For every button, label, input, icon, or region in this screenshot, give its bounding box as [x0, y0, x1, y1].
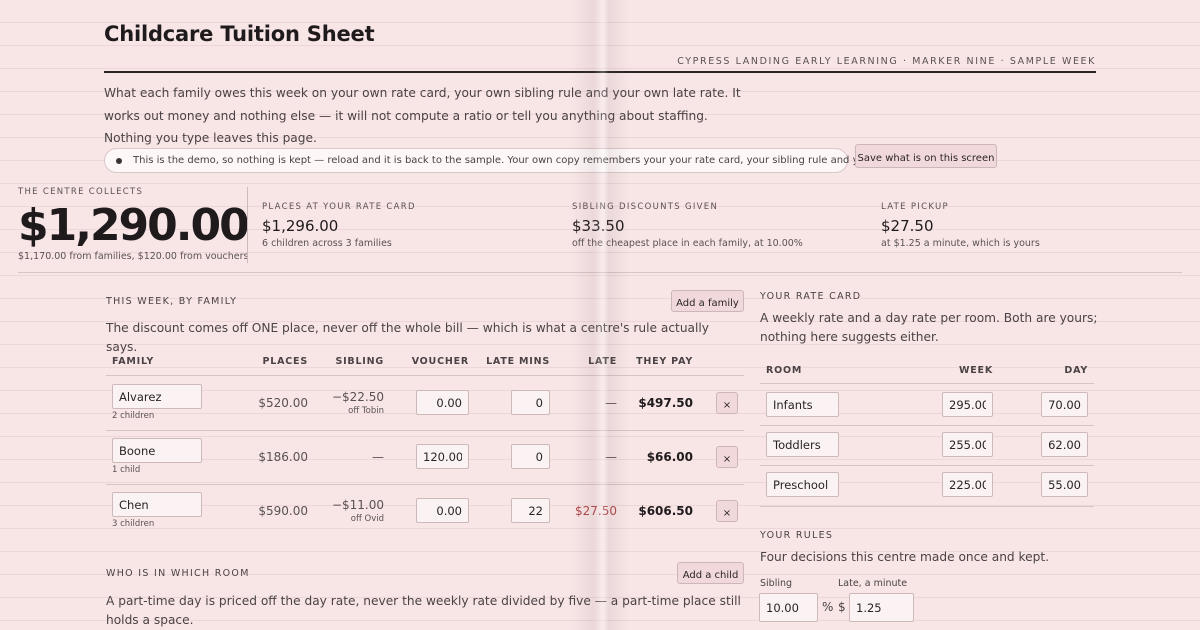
- families-section-title: THIS WEEK, BY FAMILY: [106, 296, 238, 307]
- col-they-pay: THEY PAY: [636, 356, 693, 367]
- rate-card-description: A weekly rate and a day rate per room. B…: [760, 311, 1098, 344]
- family-they-pay: $497.50: [638, 396, 693, 410]
- week-rate-input[interactable]: [942, 472, 993, 497]
- family-they-pay: $606.50: [638, 504, 693, 518]
- stat-places-value: $1,296.00: [262, 217, 339, 235]
- rooms-section-title: WHO IS IN WHICH ROOM: [106, 568, 250, 579]
- family-places: $186.00: [258, 450, 308, 464]
- voucher-input[interactable]: [416, 444, 469, 469]
- stat-sibling-note: off the cheapest place in each family, a…: [572, 238, 803, 249]
- rate-card-section-title: YOUR RATE CARD: [760, 291, 862, 302]
- collects-note: $1,170.00 from families, $120.00 from vo…: [18, 251, 249, 262]
- family-name-input[interactable]: [112, 384, 202, 409]
- stat-sibling-value: $33.50: [572, 217, 625, 235]
- families-description: The discount comes off ONE place, never …: [106, 321, 710, 354]
- percent-sign: %: [822, 600, 834, 614]
- rate-row-rule: [760, 465, 1094, 466]
- rooms-description: A part-time day is priced off the day ra…: [106, 594, 741, 627]
- rules-description: Four decisions this centre made once and…: [760, 550, 1050, 564]
- family-name-input[interactable]: [112, 438, 202, 463]
- family-places: $520.00: [258, 396, 308, 410]
- page-title: Childcare Tuition Sheet: [104, 22, 375, 46]
- rate-row-rule: [760, 425, 1094, 426]
- day-rate-input[interactable]: [1041, 392, 1088, 417]
- family-late: $27.50: [575, 504, 617, 518]
- family-late: —: [605, 396, 617, 410]
- family-children-count: 2 children: [112, 411, 155, 421]
- currency-sign: $: [838, 600, 846, 614]
- collects-value: $1,290.00: [18, 200, 250, 251]
- family-sibling: −$22.50: [331, 390, 384, 404]
- family-sibling-note: off Tobin: [348, 406, 384, 416]
- rate-row-rule: [760, 506, 1094, 507]
- col-late: LATE: [588, 356, 617, 367]
- stat-sibling-label: SIBLING DISCOUNTS GIVEN: [572, 202, 719, 212]
- stat-places-label: PLACES AT YOUR RATE CARD: [262, 202, 416, 212]
- room-name-input[interactable]: [766, 432, 839, 457]
- col-sibling: SIBLING: [335, 356, 384, 367]
- late-rule-label: Late, a minute: [838, 578, 908, 589]
- rate-header-rule: [760, 383, 1094, 384]
- remove-family-button[interactable]: ×: [716, 446, 738, 468]
- families-header-rule: [106, 375, 744, 376]
- stat-places-note: 6 children across 3 families: [262, 238, 392, 249]
- rate-row: [760, 427, 1094, 465]
- day-rate-input[interactable]: [1041, 472, 1088, 497]
- family-sibling-note: off Ovid: [350, 514, 384, 524]
- late-mins-input[interactable]: [511, 498, 550, 523]
- save-button[interactable]: Save what is on this screen: [855, 144, 997, 168]
- demo-notice-text: This is the demo, so nothing is kept — r…: [133, 155, 924, 166]
- add-family-button[interactable]: Add a family: [671, 290, 744, 312]
- rate-row: [760, 467, 1094, 505]
- col-places: PLACES: [262, 356, 308, 367]
- col-late-mins: LATE MINS: [486, 356, 550, 367]
- summary-divider: [247, 187, 248, 263]
- sibling-percent-input[interactable]: [759, 593, 818, 622]
- bullet-icon: [116, 158, 122, 164]
- summary-rule: [18, 272, 1182, 273]
- sibling-rule-label: Sibling: [760, 578, 793, 589]
- family-places: $590.00: [258, 504, 308, 518]
- add-child-button[interactable]: Add a child: [677, 562, 744, 584]
- family-name-input[interactable]: [112, 492, 202, 517]
- title-rule: [104, 71, 1096, 73]
- voucher-input[interactable]: [416, 498, 469, 523]
- family-sibling: −$11.00: [331, 498, 384, 512]
- page-subtitle: CYPRESS LANDING EARLY LEARNING · MARKER …: [677, 56, 1096, 67]
- family-late: —: [605, 450, 617, 464]
- col-voucher: VOUCHER: [411, 356, 469, 367]
- col-room: ROOM: [766, 365, 803, 376]
- rate-row: [760, 387, 1094, 425]
- week-rate-input[interactable]: [942, 432, 993, 457]
- room-name-input[interactable]: [766, 392, 839, 417]
- col-family: FAMILY: [112, 356, 154, 367]
- collects-label: THE CENTRE COLLECTS: [18, 187, 144, 197]
- late-rate-input[interactable]: [849, 593, 914, 622]
- week-rate-input[interactable]: [942, 392, 993, 417]
- remove-family-button[interactable]: ×: [716, 500, 738, 522]
- intro-text: What each family owes this week on your …: [104, 86, 741, 145]
- family-children-count: 3 children: [112, 519, 155, 529]
- demo-notice: This is the demo, so nothing is kept — r…: [104, 148, 924, 173]
- late-mins-input[interactable]: [511, 444, 550, 469]
- col-week: WEEK: [958, 365, 993, 376]
- family-they-pay: $66.00: [646, 450, 693, 464]
- late-mins-input[interactable]: [511, 390, 550, 415]
- family-sibling: —: [372, 450, 384, 464]
- remove-family-button[interactable]: ×: [716, 392, 738, 414]
- col-day: DAY: [1064, 365, 1088, 376]
- stat-late-note: at $1.25 a minute, which is yours: [881, 238, 1040, 249]
- stat-late-value: $27.50: [881, 217, 934, 235]
- family-children-count: 1 child: [112, 465, 141, 475]
- voucher-input[interactable]: [416, 390, 469, 415]
- stat-late-label: LATE PICKUP: [881, 202, 949, 212]
- day-rate-input[interactable]: [1041, 432, 1088, 457]
- rules-section-title: YOUR RULES: [760, 530, 834, 541]
- room-name-input[interactable]: [766, 472, 839, 497]
